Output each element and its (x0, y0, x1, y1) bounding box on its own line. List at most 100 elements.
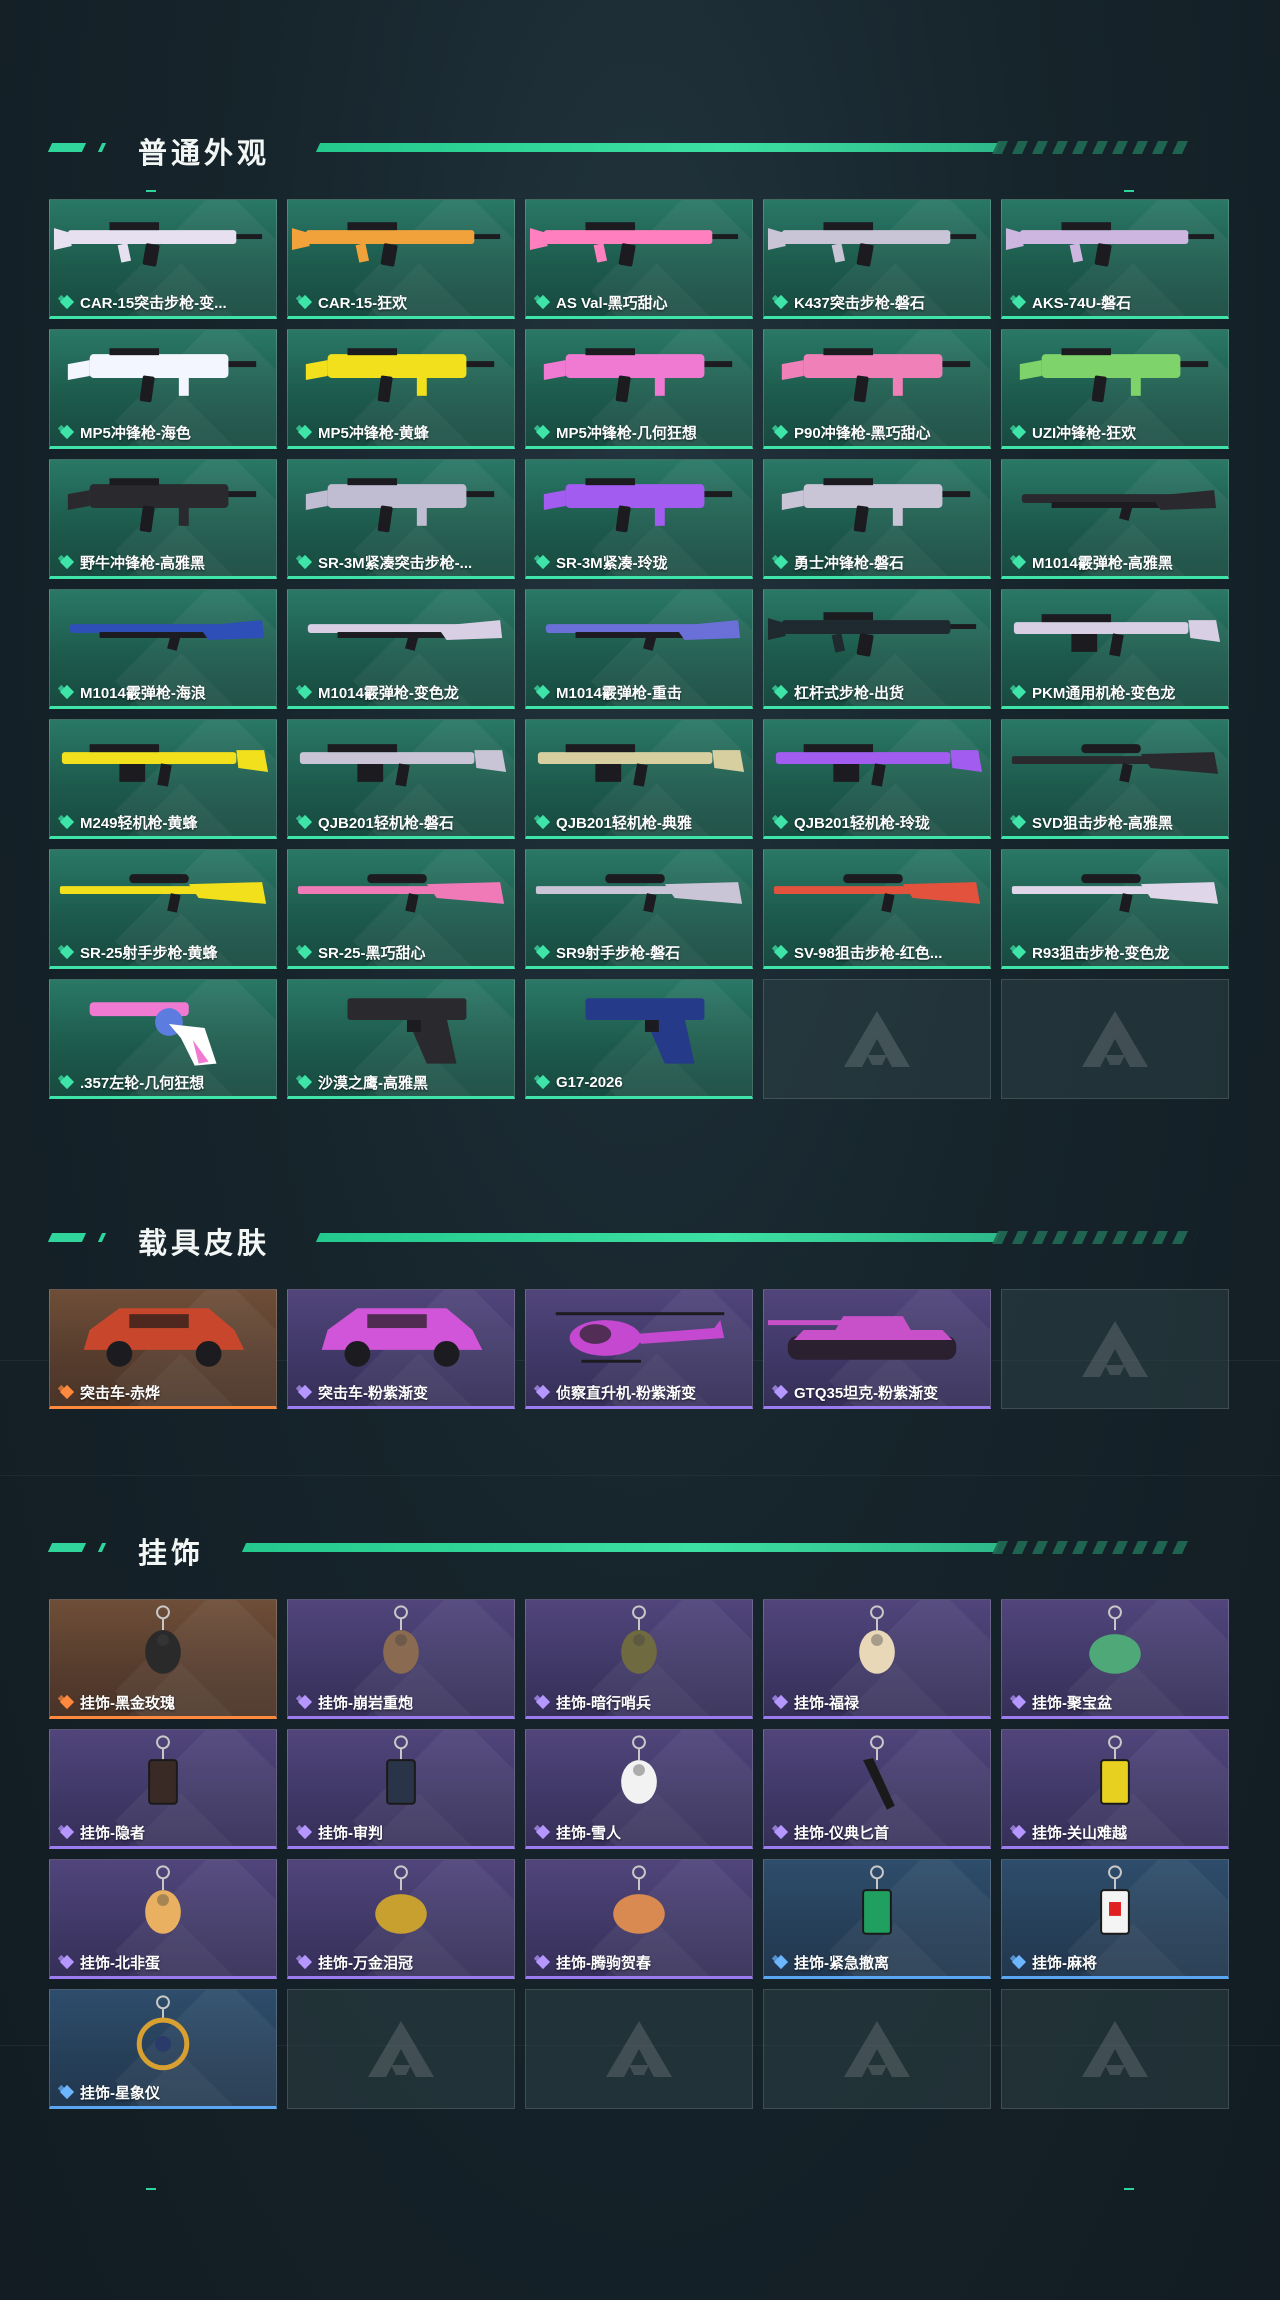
rarity-diamond-icon (535, 1954, 551, 1970)
header-bar (315, 143, 1001, 152)
item-card[interactable]: 挂饰-雪人 (525, 1729, 753, 1849)
item-card[interactable]: .357左轮-几何狂想 (49, 979, 277, 1099)
item-card[interactable]: 突击车-赤烨 (49, 1289, 277, 1409)
item-card[interactable]: 挂饰-隐者 (49, 1729, 277, 1849)
rarity-diamond-icon (297, 684, 313, 700)
item-card[interactable]: 挂饰-崩岩重炮 (287, 1599, 515, 1719)
item-card[interactable]: 挂饰-星象仪 (49, 1989, 277, 2109)
rarity-diamond-icon (535, 1824, 551, 1840)
shotgun-icon (69, 620, 265, 651)
item-card[interactable]: 侦察直升机-粉紫渐变 (525, 1289, 753, 1409)
item-card[interactable]: M1014霰弹枪-变色龙 (287, 589, 515, 709)
item-name: CAR-15-狂欢 (318, 294, 408, 312)
item-card[interactable]: M249轻机枪-黄蜂 (49, 719, 277, 839)
item-card[interactable]: 突击车-粉紫渐变 (287, 1289, 515, 1409)
corner-marker (146, 190, 156, 192)
item-name: QJB201轻机枪-磐石 (318, 814, 454, 832)
item-card[interactable]: QJB201轻机枪-典雅 (525, 719, 753, 839)
item-name: 沙漠之鹰-高雅黑 (318, 1074, 428, 1092)
item-card[interactable]: 挂饰-紧急撤离 (763, 1859, 991, 1979)
item-name: 挂饰-仪典匕首 (794, 1824, 889, 1842)
item-card[interactable]: G17-2026 (525, 979, 753, 1099)
shotgun-icon (545, 620, 741, 651)
item-name: M249轻机枪-黄蜂 (80, 814, 198, 832)
item-name: GTQ35坦克-粉紫渐变 (794, 1384, 939, 1402)
item-card[interactable]: SR-25-黑巧甜心 (287, 849, 515, 969)
item-grid: CAR-15突击步枪-变... CAR-15-狂欢 AS Val-黑巧甜心 K4… (49, 199, 1229, 1099)
item-card[interactable]: 挂饰-北非蛋 (49, 1859, 277, 1979)
item-name: MP5冲锋枪-几何狂想 (556, 424, 697, 442)
item-card[interactable]: PKM通用机枪-变色龙 (1001, 589, 1229, 709)
item-card[interactable]: 挂饰-暗行哨兵 (525, 1599, 753, 1719)
item-card[interactable]: CAR-15突击步枪-变... (49, 199, 277, 319)
item-card[interactable]: SVD狙击步枪-高雅黑 (1001, 719, 1229, 839)
item-card[interactable]: MP5冲锋枪-几何狂想 (525, 329, 753, 449)
item-card[interactable]: 杠杆式步枪-出货 (763, 589, 991, 709)
item-label: M1014霰弹枪-变色龙 (288, 680, 514, 704)
item-label: 挂饰-紧急撤离 (764, 1950, 990, 1974)
item-name: 挂饰-审判 (318, 1824, 383, 1842)
rarity-diamond-icon (773, 814, 789, 830)
rifle-icon (529, 222, 739, 267)
item-card[interactable]: 挂饰-审判 (287, 1729, 515, 1849)
item-card[interactable]: SR9射手步枪-磐石 (525, 849, 753, 969)
item-card[interactable]: M1014霰弹枪-高雅黑 (1001, 459, 1229, 579)
item-card[interactable]: 挂饰-万金泪冠 (287, 1859, 515, 1979)
corner-marker (1124, 2188, 1134, 2190)
item-card[interactable]: 挂饰-聚宝盆 (1001, 1599, 1229, 1719)
item-card[interactable]: UZI冲锋枪-狂欢 (1001, 329, 1229, 449)
item-card[interactable]: M1014霰弹枪-海浪 (49, 589, 277, 709)
item-card[interactable]: SV-98狙击步枪-红色... (763, 849, 991, 969)
item-name: 挂饰-福禄 (794, 1694, 859, 1712)
item-card[interactable]: GTQ35坦克-粉紫渐变 (763, 1289, 991, 1409)
header-bar (241, 1543, 1001, 1552)
item-card[interactable]: MP5冲锋枪-黄蜂 (287, 329, 515, 449)
item-card[interactable]: 挂饰-黑金玫瑰 (49, 1599, 277, 1719)
item-card[interactable]: QJB201轻机枪-磐石 (287, 719, 515, 839)
rarity-diamond-icon (59, 1074, 75, 1090)
item-label: 勇士冲锋枪-磐石 (764, 550, 990, 574)
item-name: AS Val-黑巧甜心 (556, 294, 668, 312)
item-card[interactable]: 沙漠之鹰-高雅黑 (287, 979, 515, 1099)
header-bar (315, 1233, 1001, 1242)
item-card[interactable]: 挂饰-腾驹贺春 (525, 1859, 753, 1979)
empty-slot (763, 1989, 991, 2109)
item-card[interactable]: P90冲锋枪-黑巧甜心 (763, 329, 991, 449)
item-label: 突击车-粉紫渐变 (288, 1380, 514, 1404)
item-card[interactable]: 挂饰-仪典匕首 (763, 1729, 991, 1849)
rarity-diamond-icon (59, 554, 75, 570)
smg-icon (781, 348, 971, 403)
item-name: K437突击步枪-磐石 (794, 294, 925, 312)
header-checker (991, 1231, 1199, 1244)
item-label: CAR-15-狂欢 (288, 290, 514, 314)
item-label: M249轻机枪-黄蜂 (50, 810, 276, 834)
item-name: UZI冲锋枪-狂欢 (1032, 424, 1137, 442)
item-card[interactable]: AS Val-黑巧甜心 (525, 199, 753, 319)
item-name: 挂饰-北非蛋 (80, 1954, 160, 1972)
rarity-diamond-icon (59, 424, 75, 440)
item-card[interactable]: R93狙击步枪-变色龙 (1001, 849, 1229, 969)
item-card[interactable]: 挂饰-福禄 (763, 1599, 991, 1719)
item-label: 挂饰-黑金玫瑰 (50, 1690, 276, 1714)
rarity-diamond-icon (1011, 554, 1027, 570)
empty-slot (1001, 979, 1229, 1099)
item-card[interactable]: M1014霰弹枪-重击 (525, 589, 753, 709)
item-card[interactable]: 野牛冲锋枪-高雅黑 (49, 459, 277, 579)
item-card[interactable]: MP5冲锋枪-海色 (49, 329, 277, 449)
rarity-diamond-icon (59, 814, 75, 830)
item-card[interactable]: 勇士冲锋枪-磐石 (763, 459, 991, 579)
item-card[interactable]: SR-25射手步枪-黄蜂 (49, 849, 277, 969)
item-card[interactable]: 挂饰-麻将 (1001, 1859, 1229, 1979)
item-card[interactable]: CAR-15-狂欢 (287, 199, 515, 319)
item-label: 沙漠之鹰-高雅黑 (288, 1070, 514, 1094)
item-card[interactable]: AKS-74U-磐石 (1001, 199, 1229, 319)
item-card[interactable]: SR-3M紧凑突击步枪-... (287, 459, 515, 579)
item-card[interactable]: K437突击步枪-磐石 (763, 199, 991, 319)
item-card[interactable]: QJB201轻机枪-玲珑 (763, 719, 991, 839)
machine-gun-icon (299, 744, 507, 787)
item-card[interactable]: 挂饰-关山难越 (1001, 1729, 1229, 1849)
rarity-diamond-icon (535, 1694, 551, 1710)
rarity-diamond-icon (1011, 814, 1027, 830)
item-card[interactable]: SR-3M紧凑-玲珑 (525, 459, 753, 579)
sniper-icon (773, 874, 981, 913)
